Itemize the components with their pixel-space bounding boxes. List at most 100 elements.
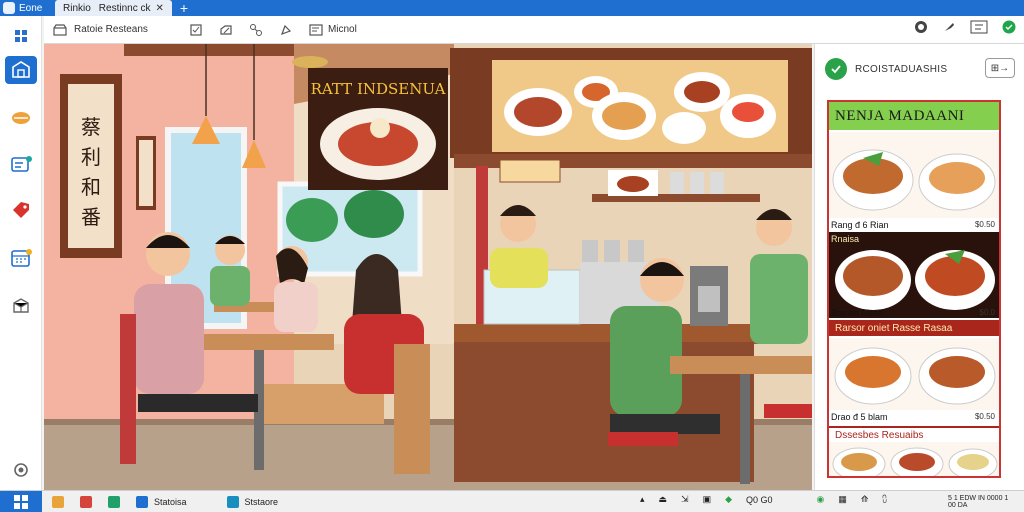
menu-item-price: $0.0	[979, 308, 995, 317]
check-circle-icon[interactable]	[1002, 20, 1016, 39]
taskbar-app-2[interactable]	[80, 494, 98, 510]
store-icon	[52, 23, 68, 37]
svg-text:番: 番	[81, 205, 101, 229]
edit-icon	[218, 23, 234, 37]
up-arrow-icon[interactable]: ▴	[640, 494, 645, 505]
dish-image-2	[829, 232, 999, 318]
panel-header: RCOISTADUASHIS	[825, 58, 947, 80]
pin-icon[interactable]	[942, 20, 956, 39]
volume-icon[interactable]: ▦	[838, 494, 847, 505]
arrow-icon[interactable]: ⇲	[681, 494, 689, 505]
left-sidebar	[0, 16, 42, 490]
taskbar-app-label: Ststaore	[244, 496, 279, 507]
menu-title: NENJA MADAANI	[829, 102, 999, 130]
wifi-icon[interactable]: ⩇	[882, 494, 886, 505]
close-icon[interactable]: ✕	[155, 3, 163, 14]
tags-icon	[13, 202, 29, 218]
svg-text:利: 利	[81, 145, 101, 169]
compass-icon	[278, 23, 294, 37]
settings-icon	[14, 463, 28, 477]
restaurant-illustration: 蔡 利 和 番 RATT INDSENUA	[44, 44, 812, 490]
dish-image-4	[829, 442, 999, 476]
toolbar-share-button[interactable]	[248, 20, 264, 40]
taskbar-app-5[interactable]: Ststaore	[226, 494, 279, 510]
menu-panel: RCOISTADUASHIS ⊞→ NENJA MADAANI Rang đ 6…	[814, 44, 1024, 490]
windows-icon	[14, 494, 28, 509]
panel-title: RCOISTADUASHIS	[855, 63, 948, 75]
toolbar-right-controls	[914, 20, 1016, 39]
taskbar-app-3[interactable]	[108, 494, 126, 510]
menu-item-label: Rnaisa	[831, 234, 860, 244]
menu-item-label: Bnmso Flsso	[831, 308, 884, 318]
network-icon[interactable]: ◉	[817, 494, 825, 505]
sidebar-item-calendar[interactable]	[5, 244, 37, 272]
clock[interactable]: 5 1 EDW IN 0000 1 00 DA	[948, 493, 1018, 511]
svg-text:蔡: 蔡	[81, 115, 101, 139]
orders-icon	[11, 156, 32, 172]
restaurant-scene-image: 蔡 利 和 番 RATT INDSENUA	[44, 44, 812, 490]
system-tray: ▴ ⏏ ⇲ ▣ ◆ Q0 G0 ◉ ▦ ⟰ ⩇	[640, 494, 887, 505]
new-tab-button[interactable]: +	[180, 0, 188, 16]
title-bar: Eone Rinkio Restinnc ck ✕ +	[0, 0, 1024, 16]
menu-item-label: Rang đ 6 Rian	[831, 220, 889, 230]
app-icon	[136, 495, 148, 508]
toolbar-compass-button[interactable]	[278, 20, 294, 40]
scene-sign-text: RATT INDSENUA	[311, 80, 446, 98]
box-icon	[13, 298, 29, 313]
taskbar-app-1[interactable]	[52, 494, 70, 510]
menu-item-price: $0.50	[974, 220, 995, 229]
eject-icon[interactable]: ⏏	[659, 494, 668, 505]
sidebar-item-box[interactable]	[5, 292, 37, 320]
sidebar-item-store[interactable]	[5, 56, 37, 84]
checkbox-icon	[188, 23, 204, 37]
folder-icon	[52, 495, 64, 508]
sidebar-item-food[interactable]	[5, 104, 37, 132]
taskbar-app-label: Statoisa	[154, 496, 187, 507]
toolbar-item-label: Ratoie Resteans	[74, 24, 148, 35]
tab-label: Rinkio	[63, 2, 91, 14]
menu-item-label: Drao đ 5 blam	[831, 412, 888, 422]
svg-text:和: 和	[81, 175, 101, 199]
battery-icon[interactable]: ⟰	[861, 494, 869, 505]
tab-sublabel: Restinnc ck	[98, 2, 151, 14]
share-icon	[248, 23, 264, 37]
toolbar-note-button[interactable]: Micnol	[308, 20, 357, 40]
taskbar-app-4[interactable]: Statoisa	[136, 494, 187, 510]
note-icon	[308, 23, 324, 37]
app-logo-icon	[3, 2, 15, 14]
app-icon	[80, 495, 92, 508]
menu-item-price: $0.50	[974, 412, 995, 421]
calendar-icon	[11, 249, 32, 267]
sidebar-item-tags[interactable]	[5, 196, 37, 224]
tab-rinkio[interactable]: Rinkio Restinnc ck ✕	[55, 0, 172, 16]
taskbar: Statoisa Ststaore ▴ ⏏ ⇲ ▣ ◆ Q0 G0 ◉ ▦ ⟰ …	[0, 490, 1024, 512]
expand-icon: ⊞→	[990, 62, 1010, 74]
toolbar-item-restaurant[interactable]: Ratoie Resteans	[52, 20, 148, 40]
storefront-icon	[12, 61, 30, 78]
profile-icon[interactable]	[914, 20, 928, 39]
dish-image-1	[829, 132, 999, 218]
apps-icon	[15, 30, 27, 42]
toolbar: Ratoie Resteans Micnol	[44, 16, 1024, 44]
app-window: Eone Rinkio Restinnc ck ✕ + Ratoie Reste…	[0, 0, 1024, 512]
toolbar-item-label: Micnol	[327, 24, 357, 35]
camera-icon[interactable]: ▣	[703, 494, 712, 505]
window-icon[interactable]	[970, 20, 988, 39]
sidebar-item-apps[interactable]	[5, 22, 37, 50]
app-name: Eone	[19, 2, 43, 14]
menu-section-banner: Rarsor oniet Rasse Rasaa	[829, 320, 999, 336]
menu-card: NENJA MADAANI Rang đ 6 Rian $0.50 Rnaisa…	[827, 100, 1001, 478]
sidebar-item-settings[interactable]	[5, 456, 37, 484]
tray-text: Q0 G0	[746, 494, 773, 505]
shield-icon[interactable]: ◆	[725, 494, 732, 505]
leaf-icon	[825, 58, 847, 80]
toolbar-edit-button[interactable]	[218, 20, 234, 40]
panel-action-button[interactable]: ⊞→	[985, 58, 1015, 78]
app-icon	[108, 495, 120, 508]
menu-section-banner: Dssesbes Resuaibs	[829, 426, 999, 442]
sidebar-item-orders[interactable]	[5, 150, 37, 178]
start-button[interactable]	[0, 490, 42, 512]
toolbar-checkbox-button[interactable]	[188, 20, 204, 40]
food-icon	[12, 112, 30, 124]
app-icon	[226, 495, 239, 508]
